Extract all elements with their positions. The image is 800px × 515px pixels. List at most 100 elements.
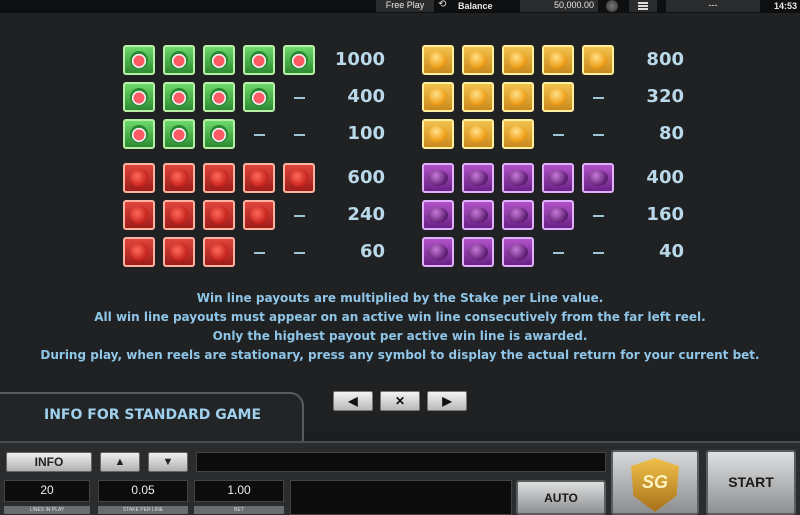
strawberry-symbol (123, 163, 155, 193)
watermelon-symbol (163, 82, 195, 112)
menu-icon-line (638, 5, 648, 7)
watermelon-icon (130, 125, 148, 143)
paytable-row: 400 (123, 82, 393, 114)
info-tab-label: INFO FOR STANDARD GAME (44, 407, 262, 423)
rule-line: Win line payouts are multiplied by the S… (196, 291, 604, 305)
auto-play-button[interactable]: AUTO (516, 480, 606, 515)
watermelon-icon (210, 88, 228, 106)
orange-icon (469, 51, 487, 69)
watermelon-symbol (123, 45, 155, 75)
plum-symbol (502, 200, 534, 230)
plum-icon (428, 170, 448, 186)
watermelon-icon (170, 51, 188, 69)
paytable-row: 400 (422, 163, 692, 195)
close-button[interactable]: ✕ (380, 391, 420, 411)
empty-dash (582, 82, 614, 112)
rule-line: All win line payouts must appear on an a… (94, 310, 706, 324)
strawberry-icon (130, 169, 148, 187)
refresh-icon[interactable]: ⟲ (438, 0, 446, 11)
strawberry-icon (170, 169, 188, 187)
lines-in-play-label: LINES IN PLAY (4, 506, 90, 514)
plum-icon (468, 244, 488, 260)
stake-up-button[interactable]: ▲ (100, 452, 140, 472)
plum-symbol (422, 163, 454, 193)
watermelon-symbol (243, 45, 275, 75)
plum-icon (428, 244, 448, 260)
orange-icon (429, 51, 447, 69)
start-button[interactable]: START (706, 450, 796, 515)
plum-icon (588, 170, 608, 186)
paytable-row: 240 (123, 200, 393, 232)
orange-symbol (422, 119, 454, 149)
plum-icon (508, 207, 528, 223)
orange-symbol (542, 82, 574, 112)
paytable-row: 160 (422, 200, 692, 232)
strawberry-icon (210, 206, 228, 224)
strawberry-icon (290, 169, 308, 187)
watermelon-symbol (203, 119, 235, 149)
paytable-panel: 1000 400 100 600 240 60 800 320 80 400 160 40 Win … (0, 13, 800, 433)
watermelon-icon (170, 125, 188, 143)
empty-dash (283, 82, 315, 112)
empty-dash (582, 119, 614, 149)
triangle-down-icon: ▼ (162, 456, 174, 468)
lines-in-play-field[interactable]: 20 (4, 480, 90, 502)
game-logo-button[interactable]: SG (611, 450, 699, 515)
rule-line: During play, when reels are stationary, … (40, 348, 760, 362)
info-button[interactable]: INFO (6, 452, 92, 472)
watermelon-symbol (283, 45, 315, 75)
empty-dash (283, 200, 315, 230)
message-bar (196, 452, 606, 472)
extra-field: --- (666, 0, 760, 12)
menu-button[interactable] (629, 0, 657, 12)
next-page-button[interactable]: ▶ (427, 391, 467, 411)
plum-icon (428, 207, 448, 223)
orange-icon (549, 51, 567, 69)
payout-value: 600 (347, 167, 385, 188)
strawberry-symbol (243, 200, 275, 230)
menu-icon-line (638, 8, 648, 10)
stake-down-button[interactable]: ▼ (148, 452, 188, 472)
orange-symbol (502, 82, 534, 112)
stake-per-line-field[interactable]: 0.05 (98, 480, 188, 502)
watermelon-icon (250, 51, 268, 69)
watermelon-icon (170, 88, 188, 106)
payout-value: 400 (347, 86, 385, 107)
stake-per-line-label: STAKE PER LINE (98, 506, 188, 514)
strawberry-icon (130, 243, 148, 261)
payout-value: 60 (359, 241, 385, 262)
watermelon-symbol (243, 82, 275, 112)
paytable-row: 80 (422, 119, 692, 151)
orange-icon (509, 125, 527, 143)
plum-icon (508, 244, 528, 260)
plum-icon (468, 170, 488, 186)
watermelon-icon (130, 51, 148, 69)
bet-field: 1.00 (194, 480, 284, 502)
empty-dash (542, 119, 574, 149)
info-tab: INFO FOR STANDARD GAME (0, 392, 304, 441)
empty-dash (283, 119, 315, 149)
strawberry-symbol (123, 200, 155, 230)
plum-symbol (422, 237, 454, 267)
paytable-row: 1000 (123, 45, 393, 77)
plum-icon (508, 170, 528, 186)
plum-symbol (582, 163, 614, 193)
triangle-up-icon: ▲ (114, 456, 126, 468)
empty-dash (283, 237, 315, 267)
orange-symbol (582, 45, 614, 75)
orange-icon (429, 125, 447, 143)
balance-label: Balance (458, 1, 493, 11)
plum-symbol (502, 163, 534, 193)
volume-icon[interactable] (606, 0, 618, 12)
watermelon-icon (250, 88, 268, 106)
prev-page-button[interactable]: ◀ (333, 391, 373, 411)
payout-value: 800 (646, 49, 684, 70)
watermelon-symbol (203, 45, 235, 75)
empty-dash (582, 237, 614, 267)
strawberry-icon (210, 169, 228, 187)
paytable-row: 800 (422, 45, 692, 77)
payout-value: 80 (658, 123, 684, 144)
watermelon-icon (290, 51, 308, 69)
orange-symbol (422, 45, 454, 75)
rules-text: Win line payouts are multiplied by the S… (0, 289, 800, 365)
